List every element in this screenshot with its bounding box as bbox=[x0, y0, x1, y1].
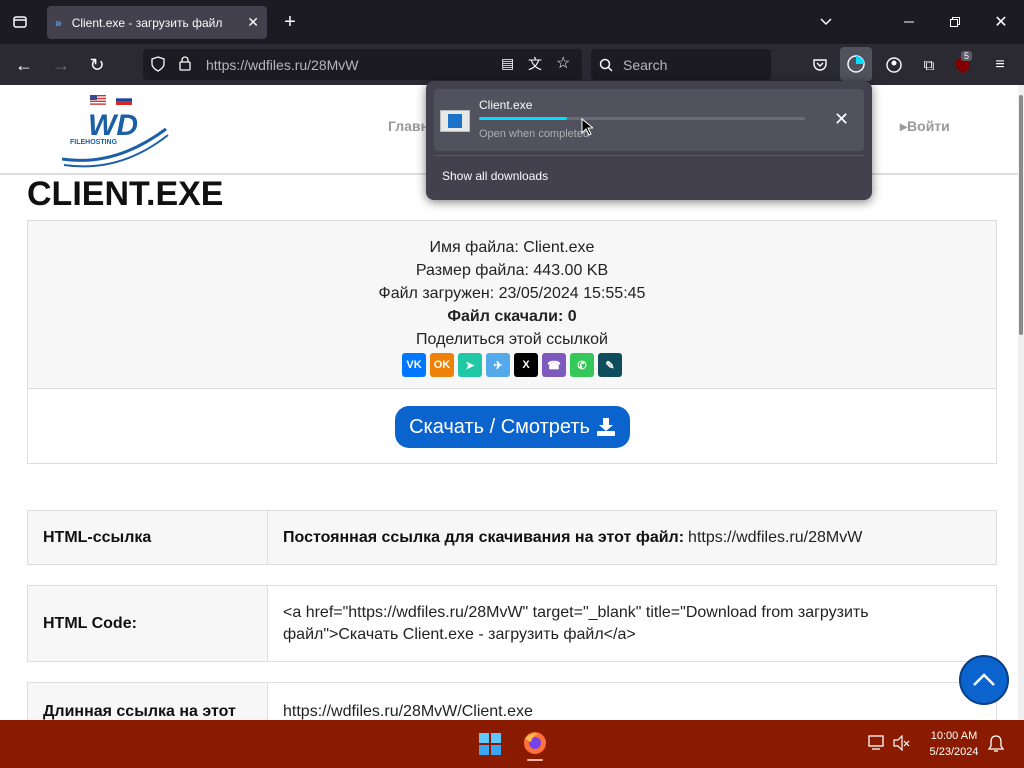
download-button-label: Скачать / Смотреть bbox=[409, 415, 590, 438]
network-icon[interactable] bbox=[868, 735, 886, 756]
firefox-taskbar-icon[interactable] bbox=[522, 730, 548, 762]
new-tab-button[interactable]: + bbox=[279, 11, 301, 33]
file-info-panel: Имя файла: Client.exe Размер файла: 443.… bbox=[28, 221, 996, 389]
account-icon[interactable] bbox=[884, 54, 904, 76]
chevron-up-icon bbox=[973, 673, 995, 686]
download-progress-fill bbox=[479, 117, 568, 120]
lock-icon[interactable] bbox=[179, 56, 191, 74]
send-share-icon[interactable]: ➤ bbox=[458, 353, 482, 377]
back-button[interactable]: ← bbox=[13, 54, 35, 76]
long-link-value[interactable]: https://wdfiles.ru/28MvW/Client.exe bbox=[268, 683, 996, 720]
tracking-protection-shield-icon[interactable] bbox=[151, 56, 165, 75]
telegram-share-icon[interactable]: ✈ bbox=[486, 353, 510, 377]
row-value-prefix: Постоянная ссылка для скачивания на этот… bbox=[283, 528, 685, 546]
search-icon bbox=[599, 58, 613, 72]
reader-view-icon[interactable]: ▤ bbox=[501, 55, 514, 72]
menu-icon[interactable]: ≡ bbox=[990, 54, 1010, 76]
show-all-downloads-button[interactable]: Show all downloads bbox=[442, 169, 548, 183]
pocket-icon[interactable] bbox=[810, 54, 830, 76]
reload-button[interactable]: ↻ bbox=[86, 54, 108, 76]
row-label: HTML-ссылка bbox=[28, 511, 268, 564]
row-label: Длинная ссылка на этот bbox=[28, 683, 268, 720]
search-placeholder: Search bbox=[623, 56, 668, 73]
tab-title: Client.exe - загрузить файл bbox=[71, 15, 223, 30]
page-title: CLIENT.EXE bbox=[27, 175, 224, 213]
minimize-window-button[interactable] bbox=[900, 11, 918, 33]
vk-share-icon[interactable]: VK bbox=[402, 353, 426, 377]
livejournal-share-icon[interactable]: ✎ bbox=[598, 353, 622, 377]
download-file-name: Client.exe bbox=[479, 98, 533, 112]
table-row: Длинная ссылка на этот https://wdfiles.r… bbox=[27, 682, 997, 720]
page-scrollbar[interactable] bbox=[1018, 85, 1024, 720]
file-info-box: Имя файла: Client.exe Размер файла: 443.… bbox=[27, 220, 997, 464]
downloads-button[interactable] bbox=[840, 47, 872, 81]
downloads-progress-icon bbox=[847, 55, 865, 73]
nav-link-login[interactable]: ▸Войти bbox=[900, 118, 950, 135]
download-progress-bar bbox=[479, 117, 805, 120]
row-label: HTML Code: bbox=[28, 586, 268, 661]
clock-date: 5/23/2024 bbox=[929, 746, 979, 758]
translate-icon[interactable]: 文 bbox=[528, 54, 542, 74]
tab-favicon-icon: » bbox=[55, 15, 62, 30]
file-downloads-line: Файл скачали: 0 bbox=[447, 308, 577, 325]
nav-link-main[interactable]: Главн bbox=[388, 118, 429, 134]
exe-file-icon bbox=[440, 110, 470, 132]
table-row: HTML Code: <a href="https://wdfiles.ru/2… bbox=[27, 585, 997, 662]
share-label: Поделиться этой ссылкой bbox=[416, 331, 608, 348]
file-uploaded-line: Файл загружен: 23/05/2024 15:55:45 bbox=[378, 285, 646, 302]
firefox-view-icon[interactable] bbox=[10, 12, 30, 32]
extensions-icon[interactable]: ⧉ bbox=[919, 54, 939, 76]
taskbar: 10:00 AM 5/23/2024 bbox=[0, 720, 1024, 768]
file-size-line: Размер файла: 443.00 KB bbox=[415, 262, 609, 279]
logo-swoosh-icon bbox=[61, 127, 169, 168]
viber-share-icon[interactable]: ☎ bbox=[542, 353, 566, 377]
mouse-cursor-icon bbox=[581, 118, 593, 136]
forward-button[interactable]: → bbox=[50, 54, 72, 76]
ok-share-icon[interactable]: OK bbox=[430, 353, 454, 377]
clock-time: 10:00 AM bbox=[930, 730, 978, 742]
share-buttons: VK OK ➤ ✈ X ☎ ✆ ✎ bbox=[28, 353, 996, 377]
downloads-panel: Client.exe Open when completed ✕ Show al… bbox=[426, 81, 872, 200]
ru-flag-icon[interactable] bbox=[116, 95, 132, 105]
tab-active[interactable]: » Client.exe - загрузить файл ✕ bbox=[47, 6, 267, 39]
scroll-to-top-button[interactable] bbox=[959, 655, 1009, 705]
browser-tab-bar: » Client.exe - загрузить файл ✕ + ✕ bbox=[0, 0, 1024, 44]
extension-badge: 5 bbox=[961, 51, 973, 61]
cancel-download-icon[interactable]: ✕ bbox=[834, 109, 849, 130]
html-code-value[interactable]: <a href="https://wdfiles.ru/28MvW" targe… bbox=[268, 586, 996, 661]
download-button[interactable]: Скачать / Смотреть bbox=[395, 406, 630, 448]
notification-bell-icon[interactable] bbox=[987, 735, 1005, 758]
tab-close-icon[interactable]: ✕ bbox=[247, 14, 259, 31]
download-item[interactable]: Client.exe Open when completed ✕ bbox=[434, 89, 864, 151]
x-share-icon[interactable]: X bbox=[514, 353, 538, 377]
download-status: Open when completed bbox=[479, 128, 590, 140]
bookmark-star-icon[interactable]: ☆ bbox=[556, 53, 570, 73]
system-clock[interactable]: 10:00 AM 5/23/2024 bbox=[916, 728, 992, 760]
permanent-link[interactable]: https://wdfiles.ru/28MvW bbox=[688, 527, 862, 549]
download-icon bbox=[596, 418, 615, 436]
whatsapp-share-icon[interactable]: ✆ bbox=[570, 353, 594, 377]
us-flag-icon[interactable] bbox=[90, 95, 106, 105]
close-window-button[interactable]: ✕ bbox=[992, 11, 1010, 33]
site-logo[interactable]: WD FILEHOSTING bbox=[60, 109, 170, 173]
row-value: Постоянная ссылка для скачивания на этот… bbox=[268, 511, 996, 564]
list-all-tabs-icon[interactable] bbox=[816, 11, 836, 33]
windows-start-icon[interactable] bbox=[479, 733, 501, 760]
url-text[interactable]: https://wdfiles.ru/28MvW bbox=[206, 57, 359, 73]
restore-window-button[interactable] bbox=[946, 11, 964, 33]
table-row: HTML-ссылка Постоянная ссылка для скачив… bbox=[27, 510, 997, 565]
scrollbar-thumb[interactable] bbox=[1019, 95, 1023, 335]
volume-muted-icon[interactable] bbox=[893, 734, 911, 756]
url-bar[interactable]: https://wdfiles.ru/28MvW ▤ 文 ☆ bbox=[143, 49, 582, 80]
panel-divider bbox=[434, 155, 864, 156]
file-name-line: Имя файла: Client.exe bbox=[429, 239, 595, 256]
search-bar[interactable]: Search bbox=[591, 49, 771, 80]
